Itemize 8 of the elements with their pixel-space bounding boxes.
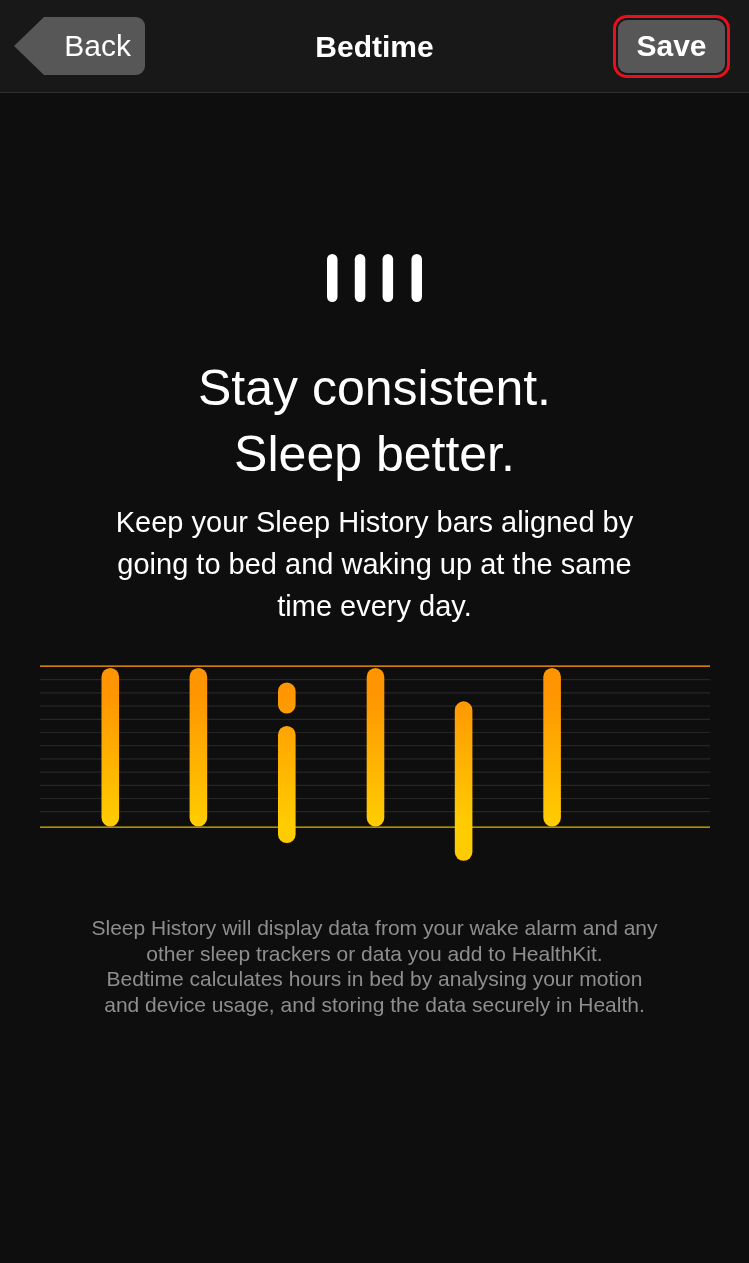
footnote-text: Sleep History will display data from your wake alarm and any other sleep trackers or data you add to HealthKit. — [90, 915, 659, 966]
sleep-bars-icon — [327, 254, 422, 302]
sleep-bar — [277, 682, 296, 714]
headline: Stay consistent. Sleep better. — [198, 359, 551, 484]
footnote-text: Bedtime calculates hours in bed by analysing your motion and device usage, and storing the data securely in Health. — [103, 966, 646, 1017]
screen-title: Bedtime — [315, 30, 434, 63]
description-text: Keep your Sleep History bars aligned by going to bed and waking up at the same time every day. — [114, 505, 635, 624]
back-button[interactable]: Back — [14, 17, 145, 75]
